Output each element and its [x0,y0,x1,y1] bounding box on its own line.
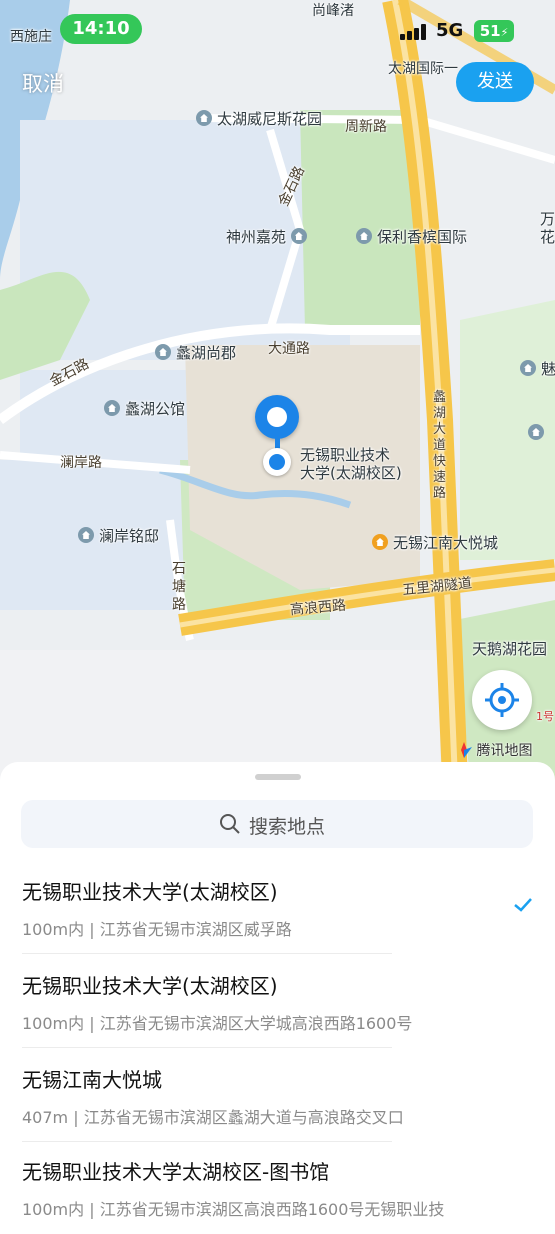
map-poi-lihu-shangjun[interactable]: 蠡湖尚郡 [155,342,236,363]
poi-icon [196,110,212,126]
poi-icon [104,400,120,416]
map-label-line1: 1号 [536,710,554,723]
location-pin-dot [263,448,291,476]
list-item-subtitle: 100m内 | 江苏省无锡市滨湖区威孚路 [22,920,292,939]
poi-label: 澜岸铭邸 [99,527,160,545]
map-attribution: 腾讯地图 [456,740,532,760]
battery-icon: 51⚡ [474,20,514,42]
poi-label: 无锡江南大悦城 [393,534,499,552]
poi-icon [155,344,171,360]
poi-icon [528,424,544,440]
locate-button[interactable] [472,670,532,730]
poi-icon [356,228,372,244]
map-label-university: 无锡职业技术 大学(太湖校区) [300,446,402,482]
map-road-lanan: 澜岸路 [60,455,102,471]
signal-icon [400,24,428,40]
list-item[interactable]: 无锡职业技术大学太湖校区-图书馆 100m内 | 江苏省无锡市滨湖区高浪西路16… [22,1142,534,1234]
map-poi-right-edge [528,424,549,442]
check-icon [514,898,532,912]
map-label-taihu-international: 太湖国际一 [388,61,458,77]
poi-label: 神州嘉苑 [226,228,287,246]
sheet-grabber[interactable] [255,774,301,780]
search-placeholder: 搜索地点 [249,816,326,838]
send-button[interactable]: 发送 [456,62,534,102]
map-label-wan-hua: 万 花 [540,210,555,246]
map-label-shangfengzhu: 尚峰渚 [312,3,354,19]
divider [22,1047,392,1048]
divider [22,953,392,954]
search-icon [220,814,240,834]
poi-icon [78,527,94,543]
poi-label: 太湖威尼斯花园 [217,110,323,128]
compass-icon [461,742,472,758]
list-item-title: 无锡职业技术大学(太湖校区) [22,880,278,904]
list-item-title: 无锡江南大悦城 [22,1068,162,1092]
location-pin[interactable] [255,395,299,439]
locate-icon [485,683,519,717]
map-road-lihu-expressway: 蠡 湖 大 道 快 速 路 [433,390,447,501]
map-poi-lihu-gongguan[interactable]: 蠡湖公馆 [104,398,185,419]
map-poi-taihu-venice[interactable]: 太湖威尼斯花园 [196,108,322,129]
map-poi-jiangnan-mall[interactable]: 无锡江南大悦城 [372,532,498,553]
poi-icon [520,360,536,376]
list-item-subtitle: 407m | 江苏省无锡市滨湖区蠡湖大道与高浪路交叉口 [22,1108,404,1127]
network-type: 5G [436,20,464,41]
status-time: 14:10 [60,14,142,44]
map-label-mei: 魅 [520,358,555,379]
list-item-title: 无锡职业技术大学太湖校区-图书馆 [22,1160,330,1184]
list-item[interactable]: 无锡江南大悦城 407m | 江苏省无锡市滨湖区蠡湖大道与高浪路交叉口 [22,1050,534,1142]
map-poi-lanan-mingdi[interactable]: 澜岸铭邸 [78,525,159,546]
list-item-subtitle: 100m内 | 江苏省无锡市滨湖区大学城高浪西路1600号 [22,1014,413,1033]
map-road-shitang: 石 塘 路 [172,561,186,613]
location-sheet: 搜索地点 无锡职业技术大学(太湖校区) 100m内 | 江苏省无锡市滨湖区威孚路… [0,762,555,1219]
map-poi-shenzhou-jiayuan[interactable]: 神州嘉苑 [226,226,312,247]
map-view[interactable]: 西施庄 尚峰渚 太湖国际一 太湖威尼斯花园 周新路 金石路 神州嘉苑 保利香槟国… [0,0,555,780]
cancel-button[interactable]: 取消 [22,68,64,98]
map-road-datong: 大通路 [268,341,310,357]
poi-icon [372,534,388,550]
map-label-tiane-garden: 天鹅湖花园 [472,640,548,658]
map-label-xishizhuang: 西施庄 [10,29,52,45]
list-item[interactable]: 无锡职业技术大学(太湖校区) 100m内 | 江苏省无锡市滨湖区威孚路 [22,862,534,954]
poi-label: 魅 [541,360,555,378]
list-item[interactable]: 无锡职业技术大学(太湖校区) 100m内 | 江苏省无锡市滨湖区大学城高浪西路1… [22,956,534,1048]
search-input[interactable]: 搜索地点 [21,800,533,848]
list-item-title: 无锡职业技术大学(太湖校区) [22,974,278,998]
attribution-label: 腾讯地图 [476,743,533,759]
map-road-zhouxin: 周新路 [345,119,387,135]
battery-level: 51 [479,22,501,40]
poi-label: 蠡湖尚郡 [176,344,237,362]
poi-label: 保利香槟国际 [377,228,468,246]
poi-label: 蠡湖公馆 [125,400,186,418]
map-poi-poly-xiangbin[interactable]: 保利香槟国际 [356,226,467,247]
poi-icon [290,228,307,244]
